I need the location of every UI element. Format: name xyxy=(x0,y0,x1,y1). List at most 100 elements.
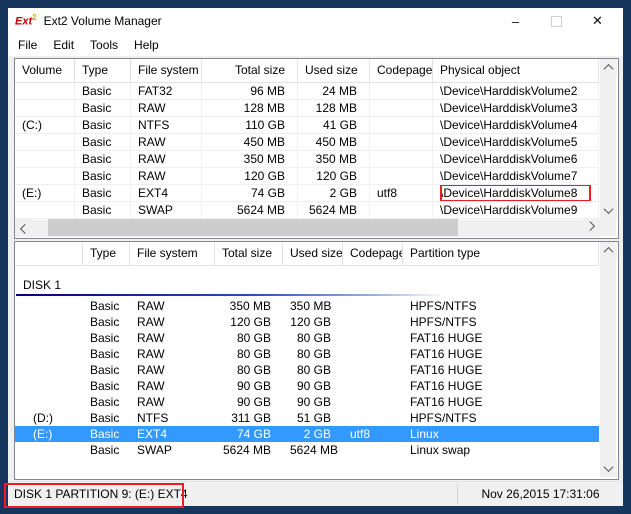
cell xyxy=(15,378,83,394)
disk-group-label: DISK 1 xyxy=(15,278,599,293)
scrollbar-thumb[interactable] xyxy=(48,219,458,236)
cell xyxy=(370,100,433,116)
cell: Basic xyxy=(75,168,131,184)
cell: 128 MB xyxy=(202,100,298,116)
column-header-total-size[interactable]: Total size xyxy=(215,242,283,265)
scrollbar-up-button[interactable] xyxy=(600,242,617,259)
cell xyxy=(15,394,83,410)
cell xyxy=(370,117,433,133)
cell: 80 GB xyxy=(215,346,283,362)
cell-annotated-physical-object: \Device\HarddiskVolume8 xyxy=(433,185,599,201)
cell: RAW xyxy=(130,314,215,330)
table-row[interactable]: BasicRAW450 MB450 MB\Device\HarddiskVolu… xyxy=(15,134,599,151)
column-header-used-size[interactable]: Used size xyxy=(283,242,343,265)
scrollbar-down-button[interactable] xyxy=(600,460,617,477)
cell: 120 GB xyxy=(202,168,298,184)
menu-file[interactable]: File xyxy=(10,34,45,56)
cell: utf8 xyxy=(370,185,433,201)
table-row[interactable]: BasicRAW350 MB350 MB\Device\HarddiskVolu… xyxy=(15,151,599,168)
cell: 51 GB xyxy=(283,410,343,426)
column-header-total-size[interactable]: Total size xyxy=(202,59,298,82)
cell xyxy=(15,362,83,378)
window-title: Ext2 Volume Manager xyxy=(44,14,162,28)
table-row[interactable]: BasicRAW80 GB80 GBFAT16 HUGE xyxy=(15,330,599,346)
cell: EXT4 xyxy=(131,185,202,201)
minimize-button[interactable]: – xyxy=(495,8,536,34)
cell: RAW xyxy=(130,346,215,362)
column-header-codepage[interactable]: Codepage xyxy=(343,242,403,265)
column-header-partition-type[interactable]: Partition type xyxy=(403,242,599,265)
table-row[interactable]: BasicRAW90 GB90 GBFAT16 HUGE xyxy=(15,378,599,394)
menu-tools[interactable]: Tools xyxy=(82,34,126,56)
table-row[interactable]: BasicRAW350 MB350 MBHPFS/NTFS xyxy=(15,298,599,314)
table-row-selected[interactable]: (E:)BasicEXT474 GB2 GButf8Linux xyxy=(15,426,599,442)
table-row[interactable]: BasicRAW90 GB90 GBFAT16 HUGE xyxy=(15,394,599,410)
cell xyxy=(370,202,433,218)
cell: \Device\HarddiskVolume2 xyxy=(433,83,599,99)
close-button[interactable]: ✕ xyxy=(577,8,618,34)
menu-help[interactable]: Help xyxy=(126,34,167,56)
scrollbar-right-button[interactable] xyxy=(583,219,600,236)
cell xyxy=(370,168,433,184)
column-header-file-system[interactable]: File system xyxy=(131,59,202,82)
cell: 24 MB xyxy=(298,83,370,99)
table-row[interactable]: BasicSWAP5624 MB5624 MB\Device\HarddiskV… xyxy=(15,202,599,219)
cell: Basic xyxy=(83,394,130,410)
menu-edit[interactable]: Edit xyxy=(45,34,82,56)
table-row[interactable]: BasicRAW128 MB128 MB\Device\HarddiskVolu… xyxy=(15,100,599,117)
table-row[interactable]: BasicFAT3296 MB24 MB\Device\HarddiskVolu… xyxy=(15,83,599,100)
vertical-scrollbar[interactable] xyxy=(600,242,616,477)
vertical-scrollbar[interactable] xyxy=(600,59,616,219)
column-header-type[interactable]: Type xyxy=(83,242,130,265)
cell: Basic xyxy=(83,378,130,394)
cell xyxy=(15,346,83,362)
chevron-down-icon xyxy=(604,204,614,214)
cell xyxy=(15,100,75,116)
chevron-up-icon xyxy=(604,64,614,74)
cell: 450 MB xyxy=(298,134,370,150)
table-row[interactable]: (D:)BasicNTFS311 GB51 GBHPFS/NTFS xyxy=(15,410,599,426)
scrollbar-down-button[interactable] xyxy=(600,202,617,219)
cell: (D:) xyxy=(15,410,83,426)
cell: 90 GB xyxy=(283,394,343,410)
cell: 350 MB xyxy=(283,298,343,314)
cell xyxy=(15,442,83,458)
cell xyxy=(343,298,403,314)
cell: Basic xyxy=(75,185,131,201)
table-row[interactable]: BasicRAW120 GB120 GB\Device\HarddiskVolu… xyxy=(15,168,599,185)
cell xyxy=(343,410,403,426)
cell xyxy=(15,202,75,218)
column-header-blank[interactable] xyxy=(15,242,83,265)
cell: FAT16 HUGE xyxy=(403,394,599,410)
column-header-type[interactable]: Type xyxy=(75,59,131,82)
column-header-codepage[interactable]: Codepage xyxy=(370,59,433,82)
table-row[interactable]: BasicRAW120 GB120 GBHPFS/NTFS xyxy=(15,314,599,330)
column-header-volume[interactable]: Volume xyxy=(15,59,75,82)
cell xyxy=(343,330,403,346)
cell: Basic xyxy=(75,83,131,99)
table-row-ext4[interactable]: (E:)BasicEXT474 GB2 GButf8\Device\Harddi… xyxy=(15,185,599,202)
table-row[interactable]: (C:)BasicNTFS110 GB41 GB\Device\Harddisk… xyxy=(15,117,599,134)
table-row[interactable]: BasicSWAP5624 MB5624 MBLinux swap xyxy=(15,442,599,458)
cell: Basic xyxy=(83,410,130,426)
scrollbar-left-button[interactable] xyxy=(15,219,32,236)
cell xyxy=(370,83,433,99)
cell: 5624 MB xyxy=(298,202,370,218)
cell: (E:) xyxy=(15,426,83,442)
title-bar[interactable]: Ext2 Ext2 Volume Manager – ✕ xyxy=(8,8,623,34)
cell xyxy=(370,134,433,150)
cell: \Device\HarddiskVolume4 xyxy=(433,117,599,133)
scrollbar-up-button[interactable] xyxy=(600,59,617,76)
cell: RAW xyxy=(131,151,202,167)
cell: RAW xyxy=(130,394,215,410)
maximize-button xyxy=(536,8,577,34)
cell: \Device\HarddiskVolume9 xyxy=(433,202,599,218)
column-header-used-size[interactable]: Used size xyxy=(298,59,370,82)
table-row[interactable]: BasicRAW80 GB80 GBFAT16 HUGE xyxy=(15,362,599,378)
column-header-physical-object[interactable]: Physical object xyxy=(433,59,599,82)
cell: RAW xyxy=(131,100,202,116)
cell: FAT16 HUGE xyxy=(403,378,599,394)
table-row[interactable]: BasicRAW80 GB80 GBFAT16 HUGE xyxy=(15,346,599,362)
column-header-file-system[interactable]: File system xyxy=(130,242,215,265)
cell: HPFS/NTFS xyxy=(403,410,599,426)
